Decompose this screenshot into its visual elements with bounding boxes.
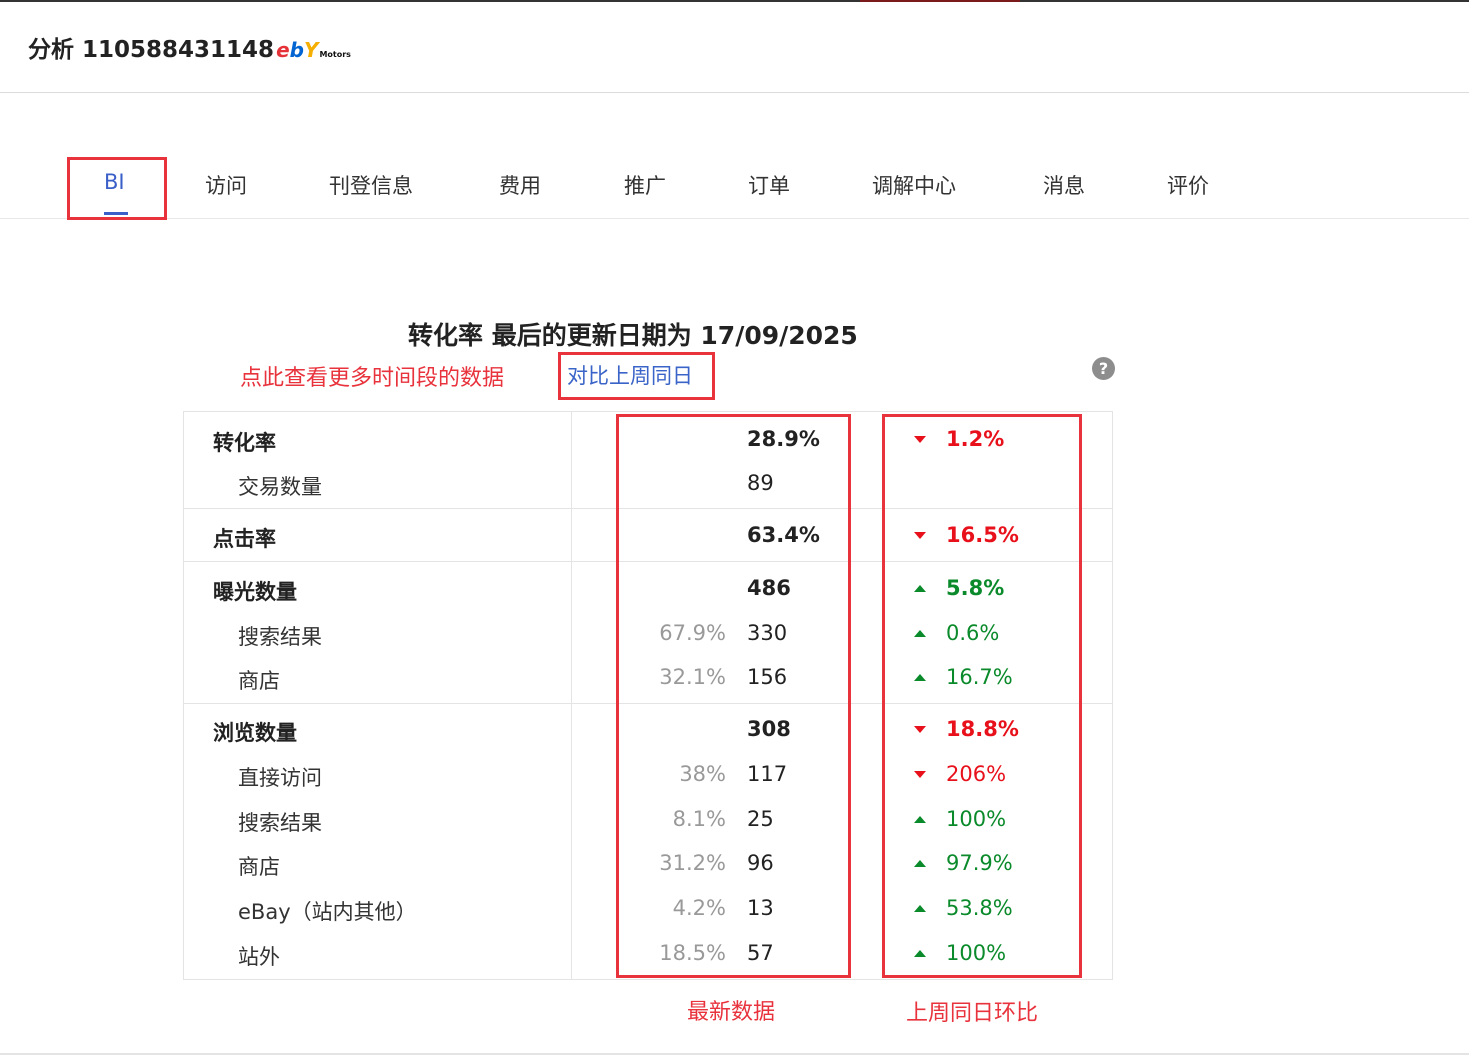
- row-label: 商店: [238, 855, 280, 879]
- row-value: 57: [747, 941, 774, 965]
- trend-down-icon: [914, 726, 926, 733]
- row-share-percent: 38%: [679, 762, 726, 786]
- row-change: 100%: [946, 941, 1007, 965]
- row-share-percent: 18.5%: [659, 941, 726, 965]
- help-icon[interactable]: ?: [1092, 357, 1115, 380]
- tab-bar: BI 访问 刊登信息 费用 推广 订单 调解中心 消息 评价: [0, 150, 1469, 219]
- tab-messages[interactable]: 消息: [1043, 170, 1085, 200]
- ebay-motors-logo: ebYMotors: [276, 38, 351, 62]
- row-label: 站外: [238, 945, 280, 969]
- table-group-divider: [183, 561, 1113, 562]
- trend-up-icon: [914, 816, 926, 823]
- tab-bi[interactable]: BI: [104, 170, 125, 194]
- trend-up-icon: [914, 585, 926, 592]
- trend-up-icon: [914, 860, 926, 867]
- tab-promotion[interactable]: 推广: [624, 170, 666, 200]
- table-row: 搜索结果 67.9% 330 0.6%: [183, 613, 1113, 653]
- table-row: 转化率 28.9% 1.2%: [183, 419, 1113, 459]
- table-row: 直接访问 38% 117 206%: [183, 754, 1113, 794]
- row-change: 16.7%: [946, 665, 1013, 689]
- row-label: eBay（站内其他）: [238, 900, 417, 924]
- table-row: 曝光数量 486 5.8%: [183, 568, 1113, 608]
- row-share-percent: 4.2%: [672, 896, 726, 920]
- table-group-divider: [183, 508, 1113, 509]
- compare-last-week-link[interactable]: 对比上周同日: [567, 360, 693, 390]
- active-tab-indicator: [104, 212, 128, 215]
- table-row: 商店 32.1% 156 16.7%: [183, 657, 1113, 697]
- table-row: 站外 18.5% 57 100%: [183, 933, 1113, 973]
- table-row: 搜索结果 8.1% 25 100%: [183, 799, 1113, 839]
- page-header: 分析 110588431148 ebYMotors: [0, 2, 1469, 93]
- row-change: 0.6%: [946, 621, 1000, 645]
- trend-down-icon: [914, 771, 926, 778]
- row-value: 13: [747, 896, 774, 920]
- row-value: 96: [747, 851, 774, 875]
- row-change: 16.5%: [946, 523, 1019, 547]
- row-label: 搜索结果: [238, 811, 322, 835]
- row-label: 商店: [238, 669, 280, 693]
- table-row: 浏览数量 308 18.8%: [183, 709, 1113, 749]
- row-value: 25: [747, 807, 774, 831]
- report-title: 转化率 最后的更新日期为 17/09/2025: [408, 321, 858, 350]
- tab-visits[interactable]: 访问: [205, 170, 247, 200]
- annotation-note: 点此查看更多时间段的数据: [240, 366, 505, 391]
- tab-fees[interactable]: 费用: [499, 170, 541, 200]
- row-value: 117: [747, 762, 788, 786]
- page-title: 分析 110588431148 ebYMotors: [28, 30, 351, 64]
- row-label: 搜索结果: [238, 625, 322, 649]
- week-compare-caption: 上周同日环比: [906, 1001, 1039, 1026]
- row-change: 18.8%: [946, 717, 1019, 741]
- trend-up-icon: [914, 630, 926, 637]
- tab-resolution-center[interactable]: 调解中心: [872, 170, 956, 200]
- row-label: 浏览数量: [213, 721, 297, 745]
- page-bottom-border: [0, 1053, 1469, 1055]
- row-label: 转化率: [213, 431, 276, 455]
- row-label: 直接访问: [238, 766, 322, 790]
- row-label: 曝光数量: [213, 580, 297, 604]
- table-row: eBay（站内其他） 4.2% 13 53.8%: [183, 888, 1113, 928]
- latest-data-caption: 最新数据: [687, 1000, 776, 1025]
- trend-down-icon: [914, 436, 926, 443]
- row-value: 486: [747, 576, 791, 600]
- row-share-percent: 31.2%: [659, 851, 726, 875]
- row-share-percent: 32.1%: [659, 665, 726, 689]
- row-label: 点击率: [213, 527, 276, 551]
- row-label: 交易数量: [238, 475, 322, 499]
- page-title-text: 分析 110588431148: [28, 37, 275, 63]
- row-change: 5.8%: [946, 576, 1005, 600]
- row-change: 100%: [946, 807, 1007, 831]
- tab-feedback[interactable]: 评价: [1167, 170, 1209, 200]
- row-share-percent: 8.1%: [672, 807, 726, 831]
- trend-up-icon: [914, 674, 926, 681]
- row-value: 156: [747, 665, 788, 689]
- tab-listing-info[interactable]: 刊登信息: [329, 170, 413, 200]
- tab-orders[interactable]: 订单: [748, 170, 790, 200]
- trend-up-icon: [914, 950, 926, 957]
- row-change: 97.9%: [946, 851, 1013, 875]
- table-row: 点击率 63.4% 16.5%: [183, 515, 1113, 555]
- row-value: 63.4%: [747, 523, 820, 547]
- row-value: 308: [747, 717, 791, 741]
- row-value: 330: [747, 621, 788, 645]
- row-change: 53.8%: [946, 896, 1013, 920]
- row-value: 28.9%: [747, 427, 820, 451]
- trend-up-icon: [914, 905, 926, 912]
- table-row: 商店 31.2% 96 97.9%: [183, 843, 1113, 883]
- row-share-percent: 67.9%: [659, 621, 726, 645]
- row-change: 206%: [946, 762, 1007, 786]
- row-value: 89: [747, 471, 774, 495]
- trend-down-icon: [914, 532, 926, 539]
- table-group-divider: [183, 703, 1113, 704]
- row-change: 1.2%: [946, 427, 1005, 451]
- table-row: 交易数量 89: [183, 463, 1113, 503]
